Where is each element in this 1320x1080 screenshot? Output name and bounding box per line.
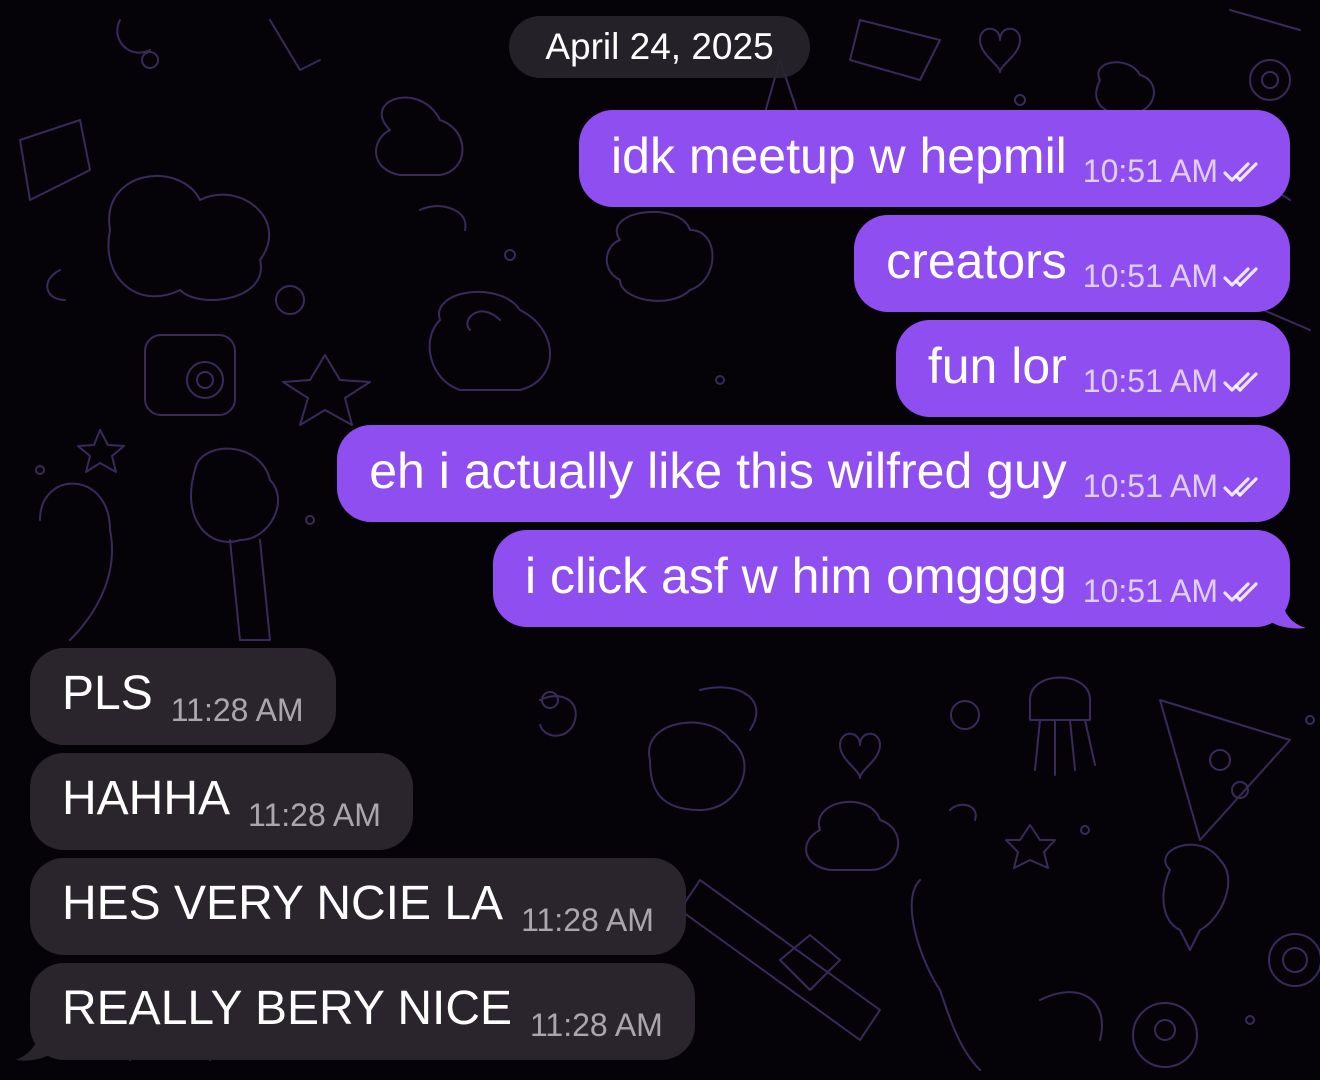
message-time: 10:51 AM — [1082, 363, 1218, 399]
message-meta: 10:51 AM — [1083, 363, 1266, 400]
message-text: i click asf w him omgggg — [524, 548, 1067, 604]
message-time: 11:28 AM — [530, 1007, 663, 1043]
date-separator: April 24, 2025 — [509, 16, 810, 78]
double-check-icon — [1223, 266, 1258, 287]
message-time: 10:51 AM — [1082, 468, 1218, 504]
double-check-icon — [1223, 476, 1258, 497]
message-time: 11:28 AM — [521, 902, 654, 938]
chat-view[interactable]: April 24, 2025 idk meetup w hepmil 10:51… — [0, 0, 1320, 1080]
message-time: 10:51 AM — [1082, 258, 1218, 294]
message-text: creators — [886, 233, 1067, 289]
double-check-icon — [1223, 161, 1258, 182]
message-time: 11:28 AM — [248, 797, 381, 833]
outgoing-message[interactable]: fun lor 10:51 AM — [895, 320, 1290, 417]
double-check-icon — [1223, 581, 1258, 602]
message-time: 10:51 AM — [1082, 573, 1218, 609]
outgoing-message[interactable]: i click asf w him omgggg 10:51 AM — [492, 530, 1290, 627]
outgoing-message[interactable]: creators 10:51 AM — [854, 215, 1290, 312]
incoming-message[interactable]: HES VERY NCIE LA 11:28 AM — [30, 858, 686, 955]
message-time: 10:51 AM — [1082, 153, 1218, 189]
message-text: HES VERY NCIE LA — [62, 877, 504, 930]
double-check-icon — [1223, 371, 1258, 392]
message-text: HAHHA — [62, 772, 231, 825]
message-meta: 10:51 AM — [1083, 258, 1266, 295]
message-text: PLS — [62, 667, 153, 720]
incoming-message[interactable]: PLS 11:28 AM — [30, 648, 336, 745]
message-time: 11:28 AM — [170, 692, 304, 728]
message-text: fun lor — [927, 338, 1067, 394]
bubble-tail — [1266, 600, 1306, 629]
bubble-tail — [16, 1030, 56, 1061]
message-meta: 10:51 AM — [1083, 573, 1266, 610]
outgoing-message[interactable]: idk meetup w hepmil 10:51 AM — [579, 110, 1290, 207]
message-text: idk meetup w hepmil — [611, 128, 1067, 184]
incoming-message[interactable]: HAHHA 11:28 AM — [30, 753, 413, 850]
incoming-message[interactable]: REALLY BERY NICE 11:28 AM — [30, 963, 695, 1060]
message-text: eh i actually like this wilfred guy — [369, 443, 1067, 499]
outgoing-message[interactable]: eh i actually like this wilfred guy 10:5… — [337, 425, 1290, 522]
message-meta: 10:51 AM — [1083, 468, 1266, 505]
message-meta: 10:51 AM — [1083, 153, 1266, 190]
message-text: REALLY BERY NICE — [62, 982, 512, 1035]
